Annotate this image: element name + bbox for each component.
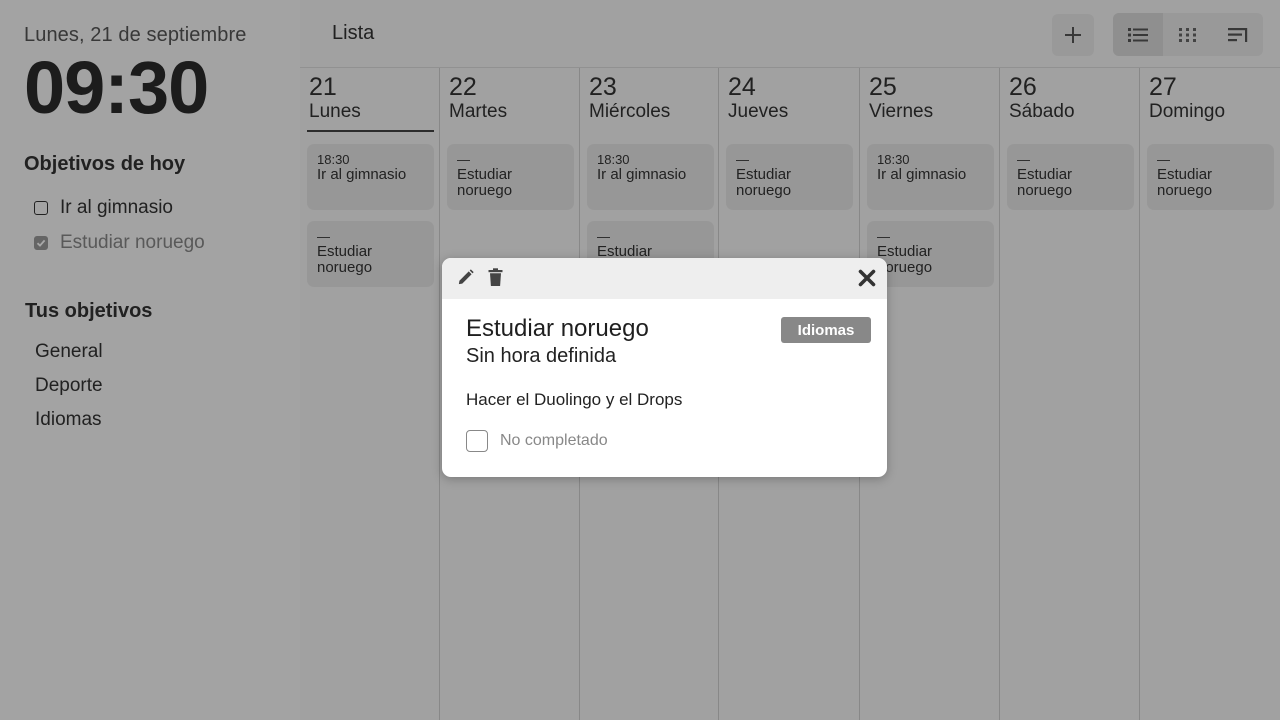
completion-status-label: No completado: [500, 432, 608, 449]
edit-button[interactable]: [456, 268, 475, 292]
pencil-icon: [458, 269, 474, 285]
dialog-body: Estudiar noruego Sin hora definida Idiom…: [442, 299, 887, 452]
trash-icon: [488, 268, 503, 286]
close-icon: [858, 269, 876, 287]
completion-toggle[interactable]: No completado: [466, 430, 863, 452]
goal-detail-dialog: Estudiar noruego Sin hora definida Idiom…: [442, 258, 887, 477]
delete-button[interactable]: [487, 268, 504, 292]
category-tag: Idiomas: [781, 317, 871, 343]
goal-description: Hacer el Duolingo y el Drops: [466, 390, 683, 409]
close-button[interactable]: [858, 269, 876, 292]
dialog-toolbar: [442, 258, 887, 299]
goal-time: Sin hora definida: [466, 345, 617, 367]
checkbox-icon[interactable]: [466, 430, 488, 452]
